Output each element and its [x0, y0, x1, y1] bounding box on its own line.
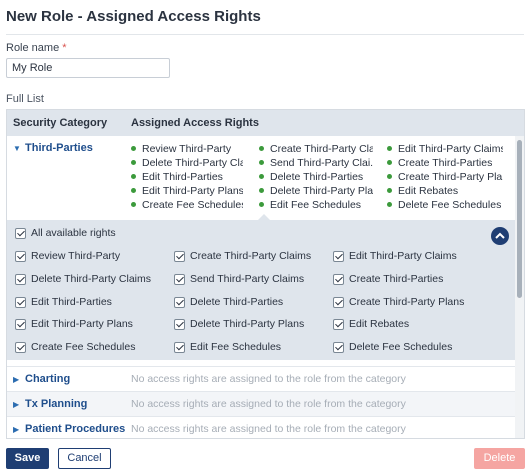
- category-empty-note: No access rights are assigned to the rol…: [131, 373, 406, 385]
- delete-button[interactable]: Delete: [474, 448, 525, 469]
- caret-right-icon[interactable]: ▶: [13, 400, 19, 409]
- bullet-icon: [259, 160, 264, 165]
- checkbox-checked-icon[interactable]: [174, 319, 185, 330]
- assigned-right: Delete Fee Schedules: [387, 198, 503, 212]
- checkbox-checked-icon[interactable]: [15, 251, 26, 262]
- save-button[interactable]: Save: [6, 448, 49, 469]
- bullet-icon: [387, 188, 392, 193]
- bullet-icon: [259, 188, 264, 193]
- checkbox-label: All available rights: [31, 227, 116, 239]
- rights-selection-panel: All available rights Review Third-Party …: [7, 214, 517, 360]
- bullet-icon: [387, 146, 392, 151]
- assigned-rights-column-1: Review Third-Party Delete Third-Party Cl…: [131, 142, 243, 212]
- assigned-right: Create Third-Party Cla...: [259, 142, 373, 156]
- checkbox-checked-icon[interactable]: [174, 297, 185, 308]
- caret-down-icon[interactable]: ▼: [13, 144, 21, 153]
- assigned-right: Edit Third-Parties: [131, 170, 243, 184]
- header-assigned-rights: Assigned Access Rights: [131, 117, 259, 129]
- required-marker: *: [62, 42, 67, 54]
- checkbox-checked-icon[interactable]: [15, 228, 26, 239]
- caret-right-icon[interactable]: ▶: [13, 425, 19, 434]
- checkbox-checked-icon[interactable]: [174, 251, 185, 262]
- assigned-right: Edit Third-Party Claims: [387, 142, 503, 156]
- category-row-patient-procedures[interactable]: ▶ Patient Procedures No access rights ar…: [7, 416, 517, 438]
- assigned-right: Create Third-Parties: [387, 156, 503, 170]
- category-name[interactable]: Third-Parties: [25, 142, 93, 154]
- bullet-icon: [131, 146, 136, 151]
- checkbox-checked-icon[interactable]: [333, 274, 344, 285]
- access-rights-grid: Security Category Assigned Access Rights…: [6, 109, 525, 439]
- checkbox-checked-icon[interactable]: [333, 319, 344, 330]
- checkbox-checked-icon[interactable]: [333, 342, 344, 353]
- checkbox-checked-icon[interactable]: [333, 297, 344, 308]
- caret-right-icon[interactable]: ▶: [13, 375, 19, 384]
- checkbox-checked-icon[interactable]: [15, 342, 26, 353]
- checkbox-checked-icon[interactable]: [15, 319, 26, 330]
- grid-header: Security Category Assigned Access Rights: [7, 110, 524, 136]
- bullet-icon: [131, 202, 136, 207]
- assigned-right: Send Third-Party Clai...: [259, 156, 373, 170]
- header-security-category: Security Category: [13, 117, 108, 129]
- assigned-rights-column-2: Create Third-Party Cla... Send Third-Par…: [259, 142, 373, 212]
- bullet-icon: [131, 188, 136, 193]
- assigned-right: Review Third-Party: [131, 142, 243, 156]
- category-row-third-parties[interactable]: ▼ Third-Parties Review Third-Party Delet…: [7, 137, 517, 219]
- category-name[interactable]: Patient Procedures: [25, 423, 125, 435]
- bullet-icon: [259, 146, 264, 151]
- role-name-label: Role name *: [6, 42, 67, 54]
- bullet-icon: [259, 202, 264, 207]
- category-row-charting[interactable]: ▶ Charting No access rights are assigned…: [7, 366, 517, 391]
- grid-scrollbar[interactable]: [515, 136, 524, 438]
- collapse-panel-button[interactable]: [491, 227, 509, 245]
- checkbox-checked-icon[interactable]: [333, 251, 344, 262]
- bullet-icon: [131, 160, 136, 165]
- page-title: New Role - Assigned Access Rights: [6, 8, 261, 25]
- role-name-label-text: Role name: [6, 42, 60, 54]
- category-empty-note: No access rights are assigned to the rol…: [131, 398, 406, 410]
- assigned-right: Edit Rebates: [387, 184, 503, 198]
- category-name[interactable]: Charting: [25, 373, 70, 385]
- assigned-right: Create Fee Schedules: [131, 198, 243, 212]
- category-empty-note: No access rights are assigned to the rol…: [131, 423, 406, 435]
- role-name-input[interactable]: [6, 58, 170, 78]
- panel-pointer: [258, 214, 270, 220]
- full-list-label: Full List: [6, 93, 44, 105]
- bullet-icon: [387, 160, 392, 165]
- assigned-rights-column-3: Edit Third-Party Claims Create Third-Par…: [387, 142, 503, 212]
- bullet-icon: [387, 174, 392, 179]
- bullet-icon: [387, 202, 392, 207]
- assigned-right: Delete Third-Party Pla...: [259, 184, 373, 198]
- assigned-right: Create Third-Party Pla...: [387, 170, 503, 184]
- checkbox-checked-icon[interactable]: [15, 274, 26, 285]
- checkbox-checked-icon[interactable]: [174, 342, 185, 353]
- cancel-button[interactable]: Cancel: [58, 448, 111, 469]
- assigned-right: Delete Third-Party Cla...: [131, 156, 243, 170]
- assigned-right: Delete Third-Parties: [259, 170, 373, 184]
- title-divider: [6, 34, 524, 35]
- assigned-right: Edit Fee Schedules: [259, 198, 373, 212]
- assigned-right: Edit Third-Party Plans: [131, 184, 243, 198]
- category-row-tx-planning[interactable]: ▶ Tx Planning No access rights are assig…: [7, 391, 517, 416]
- category-name[interactable]: Tx Planning: [25, 398, 87, 410]
- checkbox-checked-icon[interactable]: [174, 274, 185, 285]
- bullet-icon: [259, 174, 264, 179]
- checkbox-checked-icon[interactable]: [15, 297, 26, 308]
- bullet-icon: [131, 174, 136, 179]
- chevron-up-icon: [495, 232, 505, 239]
- scrollbar-thumb[interactable]: [517, 140, 522, 298]
